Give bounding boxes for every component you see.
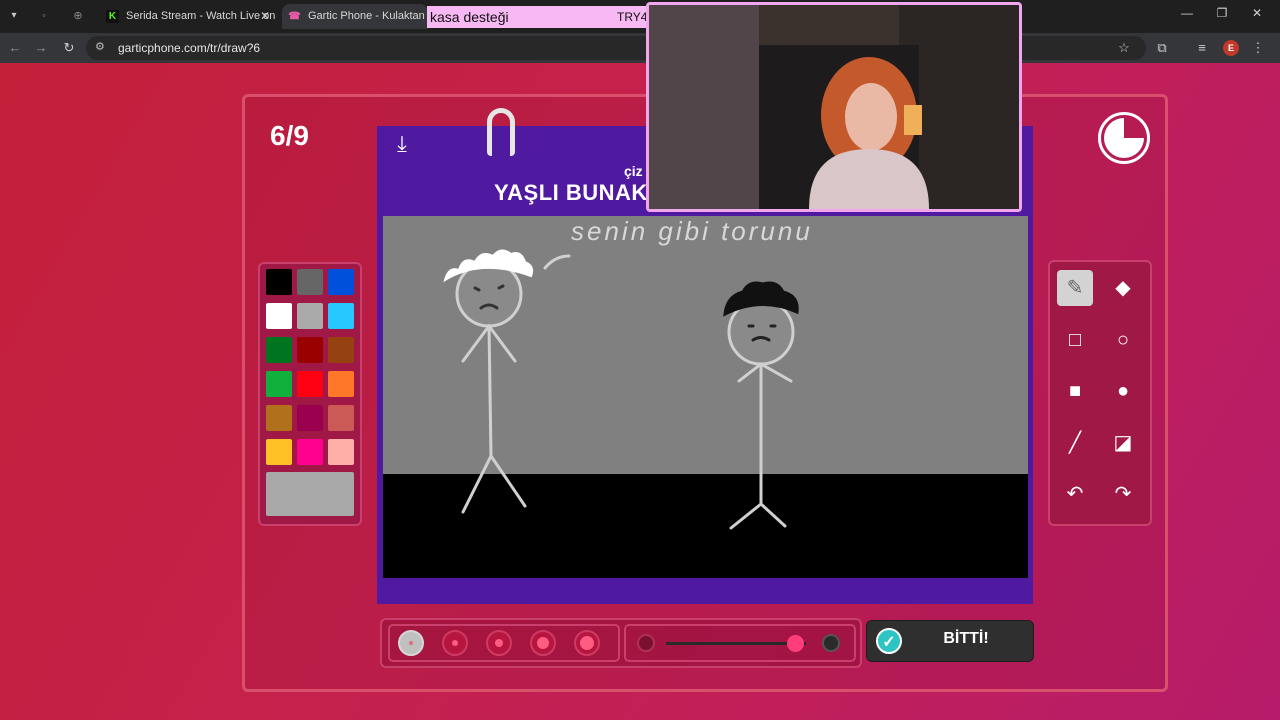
color-swatch[interactable] <box>328 269 354 295</box>
download-icon[interactable]: ⤓ <box>390 132 414 156</box>
filled-rectangle-tool-icon[interactable]: ■ <box>1057 373 1093 409</box>
webcam-image <box>649 5 1019 209</box>
color-swatch[interactable] <box>328 337 354 363</box>
color-swatch[interactable] <box>297 439 323 465</box>
minimize-icon[interactable]: — <box>1177 6 1197 20</box>
color-swatch[interactable] <box>297 337 323 363</box>
redo-icon[interactable]: ↷ <box>1105 476 1141 512</box>
banner-currency: TRY4 <box>617 10 648 24</box>
brush-size-dot <box>580 636 594 650</box>
opacity-min-icon <box>637 634 655 652</box>
tab-title: Gartic Phone - Kulaktan Kulağ <box>308 10 428 22</box>
eraser-tool-icon[interactable]: ◆ <box>1105 270 1141 306</box>
opacity-slider-track[interactable] <box>666 642 806 645</box>
checkmark-icon: ✓ <box>876 628 902 654</box>
pencil-tool-icon[interactable]: ✎ <box>1057 270 1093 306</box>
streamer-webcam <box>646 2 1022 212</box>
canvas-handwritten-text: senin gibi torunu <box>571 216 813 246</box>
filled-ellipse-tool-icon[interactable]: ● <box>1105 373 1141 409</box>
line-tool-icon[interactable]: ╱ <box>1057 425 1093 461</box>
pinned-tab-icon[interactable]: ◦ <box>36 8 52 24</box>
fill-bucket-tool-icon[interactable]: ◪ <box>1105 425 1141 461</box>
color-swatch[interactable] <box>266 439 292 465</box>
prompt-subtitle: çiz <box>624 163 643 179</box>
reload-icon[interactable]: ↻ <box>60 39 78 57</box>
kick-logo-icon: K <box>106 10 119 23</box>
extensions-puzzle-icon[interactable]: ⧉ <box>1153 39 1171 57</box>
black-ground-fill <box>383 474 1028 578</box>
undo-icon[interactable]: ↶ <box>1057 476 1093 512</box>
color-swatch[interactable] <box>297 405 323 431</box>
media-queue-icon[interactable]: ≡ <box>1193 39 1211 57</box>
color-swatch[interactable] <box>297 303 323 329</box>
color-swatch[interactable] <box>328 439 354 465</box>
color-swatch[interactable] <box>297 371 323 397</box>
tab-gartic-phone[interactable]: ☎ Gartic Phone - Kulaktan Kulağ <box>282 4 428 29</box>
drawing-prompt: YAŞLI BUNAK <box>494 180 648 205</box>
gartic-phone-icon: ☎ <box>288 11 301 22</box>
stream-donation-banner: kasa desteği TRY4 <box>427 6 649 28</box>
drawing-canvas[interactable]: senin gibi torunu <box>383 216 1028 578</box>
close-window-icon[interactable]: ✕ <box>1247 6 1267 20</box>
close-tab-icon[interactable]: ✕ <box>260 4 270 29</box>
brush-size-dot <box>537 637 549 649</box>
color-swatch[interactable] <box>266 269 292 295</box>
color-swatch[interactable] <box>266 303 292 329</box>
color-swatch[interactable] <box>328 371 354 397</box>
bookmark-star-icon[interactable]: ☆ <box>1115 39 1133 57</box>
globe-tab-icon[interactable]: ⊕ <box>70 8 86 24</box>
color-swatch[interactable] <box>328 405 354 431</box>
current-color-preview <box>266 472 354 516</box>
brush-size-dot <box>452 640 458 646</box>
browser-address-bar: ← → ↻ ⚙ garticphone.com/tr/draw?6 ☆ ⧉ ≡ … <box>0 33 1280 63</box>
rectangle-tool-icon[interactable]: □ <box>1057 322 1093 358</box>
color-swatch[interactable] <box>297 269 323 295</box>
brush-size-option[interactable] <box>398 630 424 656</box>
timer-clock-icon <box>1098 112 1150 164</box>
opacity-slider-handle[interactable] <box>786 635 804 652</box>
color-swatch[interactable] <box>328 303 354 329</box>
restore-icon[interactable]: ❐ <box>1212 6 1232 20</box>
banner-text: kasa desteği <box>430 9 509 25</box>
paper-clip-icon <box>487 108 515 156</box>
done-button-label: BİTTİ! <box>943 630 989 647</box>
tab-search-chevron-icon[interactable]: ▾ <box>6 8 22 24</box>
brush-size-dot <box>409 641 413 645</box>
site-info-icon[interactable]: ⚙ <box>95 40 105 53</box>
round-counter: 6/9 <box>270 120 309 151</box>
color-swatch[interactable] <box>266 337 292 363</box>
url-text: garticphone.com/tr/draw?6 <box>118 41 261 55</box>
browser-menu-icon[interactable]: ⋮ <box>1249 39 1267 57</box>
color-swatch[interactable] <box>266 405 292 431</box>
old-man-figure <box>455 254 571 514</box>
color-swatch[interactable] <box>266 371 292 397</box>
opacity-max-icon <box>822 634 840 652</box>
tab-serida-stream[interactable]: K Serida Stream - Watch Live on K ✕ <box>100 4 276 29</box>
brush-size-option[interactable] <box>442 630 468 656</box>
ellipse-tool-icon[interactable]: ○ <box>1105 322 1141 358</box>
brush-size-option[interactable] <box>574 630 600 656</box>
forward-arrow-icon[interactable]: → <box>32 39 50 57</box>
tab-title: Serida Stream - Watch Live on K <box>126 10 276 22</box>
brush-size-option[interactable] <box>486 630 512 656</box>
canvas-drawing: senin gibi torunu <box>383 216 1028 578</box>
back-arrow-icon[interactable]: ← <box>6 39 24 57</box>
brush-size-option[interactable] <box>530 630 556 656</box>
profile-avatar[interactable]: E <box>1223 40 1239 56</box>
brush-size-dot <box>495 639 503 647</box>
